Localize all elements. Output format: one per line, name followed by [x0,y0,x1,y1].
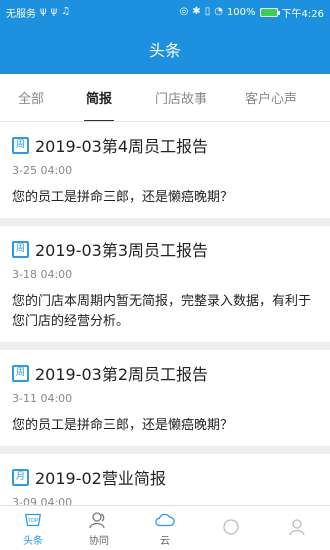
app-header: 头条 [0,24,330,74]
tab-label: 全部 [17,92,44,107]
people-icon [89,510,109,530]
top-icon: TOP [23,510,43,530]
cloud-icon [155,510,175,530]
clock: 下午4:26 [281,8,324,20]
card-time: 3-25 04:00 [12,164,73,177]
nav-cloud[interactable]: 云 [132,506,198,550]
status-right: ◎ ✱ ▯ ◔ 100% 下午4:26 [180,5,324,20]
weekly-report-icon: 周 [12,364,29,382]
nav-item-5[interactable] [264,506,330,550]
card-title-row: 周 2019-03第4周员工报告 [12,130,318,160]
tab-label: 简报 [85,92,112,107]
nav-label: 头条 [23,535,43,547]
user-icon [287,517,307,537]
carrier-text: 无服务 [6,8,36,20]
tab-events[interactable]: 活 [316,74,330,121]
card-summary: 您的门店本周期内暂无简报，完整录入数据，有利于您门店的经营分析。 [12,294,312,329]
card-title: 2019-03第2周员工报告 [35,365,209,384]
bluetooth-icon: ✱ [192,6,201,17]
weekly-report-icon: 周 [12,136,29,154]
card-title: 2019-02营业简报 [35,469,166,488]
nav-item-4[interactable] [198,506,264,550]
usb-icon: ψ [40,6,47,17]
news-feed: 周 2019-03第4周员工报告 3-25 04:00 您的员工是拼命三郎，还是… [0,122,330,505]
compass-icon [221,517,241,537]
nav-headlines[interactable]: TOP 头条 [0,506,66,550]
weekly-report-icon: 周 [12,240,29,258]
monthly-report-icon: 月 [12,468,29,486]
svg-text:TOP: TOP [27,517,38,523]
battery-text: 100% [226,6,256,18]
location-icon: ◎ [179,6,189,17]
page-title: 头条 [148,41,181,60]
card-title-row: 周 2019-03第3周员工报告 [12,234,318,264]
status-left: 无服务 ψ ψ ♫ [6,5,70,20]
card-time: 3-11 04:00 [12,392,73,405]
bell-icon: ♫ [61,6,71,17]
report-card[interactable]: 周 2019-03第2周员工报告 3-11 04:00 您的员工是拼命三郎，还是… [0,350,330,446]
card-time: 3-18 04:00 [12,268,73,281]
card-title: 2019-03第3周员工报告 [35,241,209,260]
report-card[interactable]: 月 2019-02营业简报 3-09 04:00 [0,454,330,505]
status-bar: 无服务 ψ ψ ♫ ◎ ✱ ▯ ◔ 100% 下午4:26 [0,0,330,24]
vibrate-icon: ▯ [204,6,211,17]
bottom-nav: TOP 头条 协同 云 [0,505,330,550]
card-summary: 您的员工是拼命三郎，还是懒癌晚期？ [12,418,234,433]
card-title: 2019-03第4周员工报告 [35,137,209,156]
report-card[interactable]: 周 2019-03第4周员工报告 3-25 04:00 您的员工是拼命三郎，还是… [0,122,330,218]
usb-icon: ψ [50,6,58,17]
report-card[interactable]: 周 2019-03第3周员工报告 3-18 04:00 您的门店本周期内暂无简报… [0,226,330,342]
nav-collaboration[interactable]: 协同 [66,506,132,550]
tab-briefing[interactable]: 简报 [62,74,136,121]
card-time: 3-09 04:00 [12,496,73,505]
tab-label: 客户心声 [244,92,297,107]
nav-label: 协同 [89,535,109,547]
battery-icon [259,7,280,17]
card-title-row: 周 2019-03第2周员工报告 [12,358,318,388]
category-tabs: 全部 简报 门店故事 客户心声 活 [0,74,330,122]
tab-store-stories[interactable]: 门店故事 [136,74,226,121]
tab-customer-voice[interactable]: 客户心声 [226,74,316,121]
tab-all[interactable]: 全部 [0,74,62,121]
wifi-icon: ◔ [214,6,223,17]
card-title-row: 月 2019-02营业简报 [12,462,318,492]
nav-label: 云 [160,535,170,547]
tab-label: 门店故事 [154,92,207,107]
card-summary: 您的员工是拼命三郎，还是懒癌晚期？ [12,190,234,205]
